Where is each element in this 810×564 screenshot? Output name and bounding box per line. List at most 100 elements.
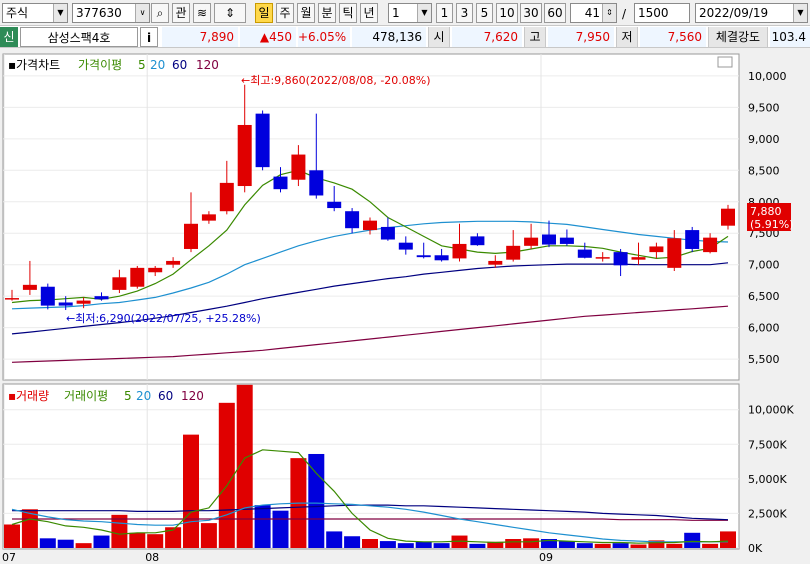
volume-bar xyxy=(415,541,432,548)
volume-bar xyxy=(272,510,289,548)
volume-bar xyxy=(666,543,683,548)
price-volume-chart[interactable]: 5,5006,0006,5007,0007,5008,0008,5009,000… xyxy=(0,49,810,564)
candle-body xyxy=(577,249,592,258)
up-down-icon[interactable]: ⇕ xyxy=(602,4,616,22)
search-button[interactable]: ⌕ xyxy=(151,3,169,23)
tab-year-label: 년 xyxy=(363,6,375,20)
tab-tick[interactable]: 틱 xyxy=(339,3,357,23)
total-count-value: 1500 xyxy=(638,6,669,20)
interval-select[interactable]: 1 ▼ xyxy=(388,3,432,23)
info-button[interactable]: i xyxy=(140,27,158,47)
price-tick-label: 5,500 xyxy=(748,353,780,366)
price-change-pct: +6.05% xyxy=(298,27,350,47)
price-chart-title: 가격차트 xyxy=(16,58,60,72)
volume-bar xyxy=(594,543,611,548)
interval-button-30[interactable]: 30 xyxy=(520,3,542,23)
candle-body xyxy=(613,252,628,266)
candle-body xyxy=(703,237,718,253)
total-count-input[interactable]: 1500 xyxy=(634,3,690,23)
stock-name: 삼성스팩4호 xyxy=(20,27,138,47)
candle-body xyxy=(327,201,342,209)
candle-body xyxy=(363,220,377,231)
high-annotation: ←최고:9,860(2022/08/08, -20.08%) xyxy=(241,74,431,87)
market-select[interactable]: 주식 ▼ xyxy=(2,3,68,23)
volume-bar xyxy=(469,543,486,548)
volume-bar xyxy=(183,434,199,548)
candle-body xyxy=(631,257,646,260)
candle-body xyxy=(380,226,395,240)
strength-label: 체결강도 xyxy=(708,27,768,47)
price-tick-label: 8,500 xyxy=(748,164,780,177)
volume-bar xyxy=(433,543,450,548)
candle-body xyxy=(5,298,19,300)
high-label: 고 xyxy=(524,27,546,47)
volume-bar xyxy=(4,524,20,548)
price-tick-label: 10,000 xyxy=(748,70,787,83)
tab-year[interactable]: 년 xyxy=(360,3,378,23)
candle-body xyxy=(685,230,700,249)
tab-month[interactable]: 월 xyxy=(297,3,315,23)
up-down-icon: ⇕ xyxy=(224,6,236,20)
interval-button-5[interactable]: 5 xyxy=(476,3,493,23)
candle-body xyxy=(309,170,324,196)
price-legend-marker: ▪ xyxy=(8,58,16,72)
candle-body xyxy=(22,284,37,290)
interval-button-60[interactable]: 60 xyxy=(544,3,566,23)
current-pct-label: (5.91%) xyxy=(750,218,794,231)
vol-ma60-legend: 60 xyxy=(158,389,173,403)
candle-body xyxy=(219,182,234,212)
interval-label: 30 xyxy=(523,6,539,20)
volume-legend-marker: ▪ xyxy=(8,389,16,403)
candle-body xyxy=(76,300,91,304)
volume-bar xyxy=(702,543,719,548)
price-change: ▲450 xyxy=(240,27,296,47)
panel-menu-button[interactable] xyxy=(717,56,733,68)
volume-tick-label: 10,000K xyxy=(748,404,794,417)
volume-bar xyxy=(75,543,92,548)
spin-button[interactable]: ⇕ xyxy=(214,3,246,23)
market-select-value: 주식 xyxy=(6,6,29,20)
interval-button-10[interactable]: 10 xyxy=(496,3,518,23)
vol-ma20-legend: 20 xyxy=(136,389,151,403)
interval-button-3[interactable]: 3 xyxy=(456,3,473,23)
volume-bar xyxy=(93,535,110,548)
chevron-down-icon[interactable]: ▼ xyxy=(793,4,807,22)
volume-bar xyxy=(612,543,629,548)
chevron-down-icon[interactable]: ▼ xyxy=(417,4,431,22)
candle-body xyxy=(398,242,413,250)
volume-bar xyxy=(397,543,414,548)
toolbar: 주식 ▼ 377630 ∨ ⌕ 관 ≋ ⇕ 일 주 월 분 틱 년 1 ▼ 1 … xyxy=(0,0,810,26)
vol-ma120-legend: 120 xyxy=(181,389,204,403)
date-picker[interactable]: 2022/09/19 ▼ xyxy=(695,3,808,23)
candle-body xyxy=(112,277,127,290)
candle-body xyxy=(452,243,467,259)
tab-week[interactable]: 주 xyxy=(276,3,294,23)
ma60-legend: 60 xyxy=(172,58,187,72)
price-tick-label: 9,000 xyxy=(748,133,780,146)
watch-button-label: 관 xyxy=(175,6,187,20)
date-value: 2022/09/19 xyxy=(699,6,769,20)
scroll-icon: ≋ xyxy=(196,6,208,20)
price-tick-label: 6,000 xyxy=(748,322,780,335)
volume-bar xyxy=(523,538,540,548)
chevron-down-icon[interactable]: ▼ xyxy=(53,4,67,22)
stock-code-input[interactable]: 377630 ∨ xyxy=(72,3,150,23)
candle-body xyxy=(542,234,556,245)
volume-bar xyxy=(362,539,378,548)
open-label: 시 xyxy=(428,27,450,47)
tab-day[interactable]: 일 xyxy=(255,3,273,23)
candle-count-input[interactable]: 41 ⇕ xyxy=(570,3,617,23)
watch-button[interactable]: 관 xyxy=(172,3,190,23)
x-tick-label: 07 xyxy=(2,551,16,564)
candle-count-value: 41 xyxy=(584,6,600,20)
candle-body xyxy=(291,154,306,180)
candle-body xyxy=(524,237,539,246)
volume-bar xyxy=(720,531,736,548)
tab-minute[interactable]: 분 xyxy=(318,3,336,23)
candle-body xyxy=(470,236,485,246)
candle-body xyxy=(184,223,198,249)
interval-button-1[interactable]: 1 xyxy=(436,3,453,23)
chevron-down-icon[interactable]: ∨ xyxy=(135,4,149,22)
scroll-icon-button[interactable]: ≋ xyxy=(193,3,211,23)
volume-bar xyxy=(218,402,235,548)
